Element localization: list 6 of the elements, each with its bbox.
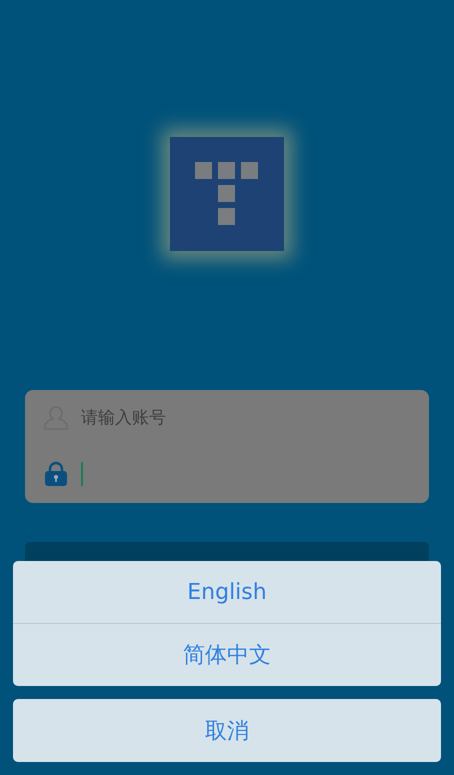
cancel-button[interactable]: 取消: [13, 699, 441, 762]
account-field[interactable]: 请输入账号: [81, 408, 381, 428]
login-button[interactable]: [25, 542, 429, 561]
language-option[interactable]: 简体中文: [13, 624, 441, 686]
lock-icon: [43, 461, 69, 487]
language-option[interactable]: English: [13, 561, 441, 623]
